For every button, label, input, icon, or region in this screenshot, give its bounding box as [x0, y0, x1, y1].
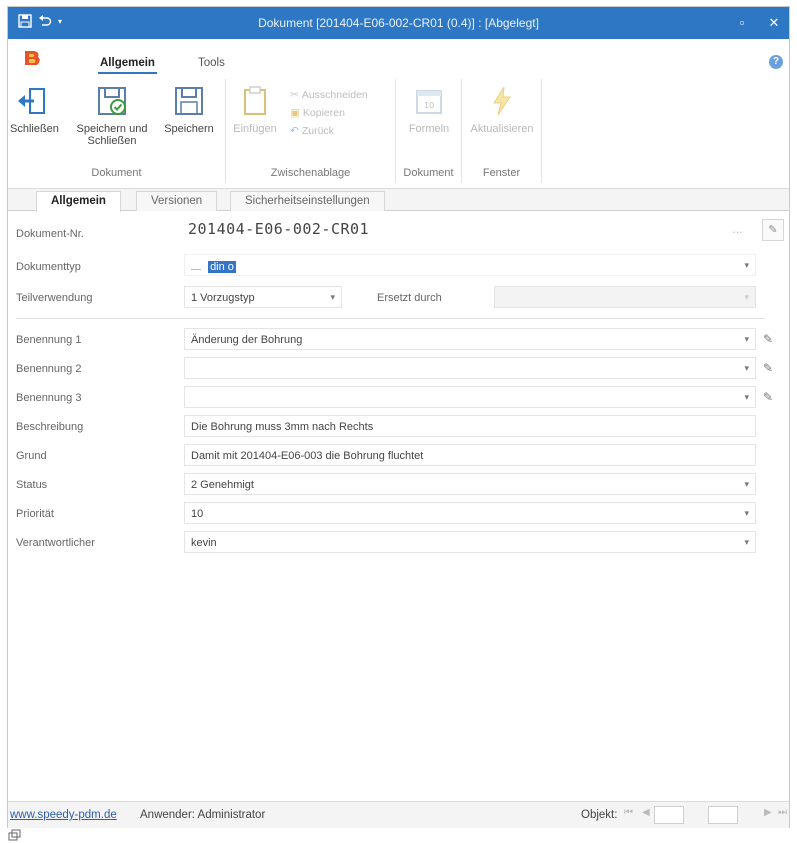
form-divider — [16, 318, 765, 319]
status-select[interactable]: 2 Genehmigt ▾ — [184, 473, 756, 495]
formeln-button[interactable]: 10 Formeln — [400, 85, 458, 135]
tab-versionen[interactable]: Versionen — [136, 191, 218, 211]
prioritaet-label: Priorität — [16, 508, 54, 520]
app-logo-icon[interactable] — [22, 49, 44, 67]
lightning-icon — [493, 86, 511, 116]
ribbon-group-label: Dokument — [91, 167, 142, 179]
clipboard-icon — [244, 86, 266, 115]
cut-button[interactable]: ✂ Ausschneiden — [290, 89, 368, 101]
save-button[interactable]: Speichern — [158, 85, 220, 135]
previous-record-icon[interactable]: ◀ — [642, 807, 650, 818]
copy-button[interactable]: ▣ Kopieren — [290, 107, 345, 119]
undo-button[interactable]: ↶ Zurück — [290, 125, 334, 137]
dokumenttyp-value: din o — [208, 261, 236, 273]
benennung2-label: Benennung 2 — [16, 363, 82, 375]
copy-icon: ▣ — [290, 107, 300, 119]
save-icon — [175, 87, 203, 115]
prioritaet-select[interactable]: 10 ▾ — [184, 502, 756, 524]
edit-pencil-icon[interactable]: ✎ — [760, 387, 776, 407]
ribbon-group-dokument: Schließen Speichern und Schließen Speich… — [8, 79, 226, 183]
objekt-label: Objekt: — [581, 809, 618, 821]
chevron-down-icon: ▾ — [330, 292, 335, 302]
edit-pencil-icon[interactable]: ✎ — [760, 358, 776, 378]
paste-button[interactable]: Einfügen — [230, 85, 280, 135]
document-tab-bar: Allgemein Versionen Sicherheitseinstellu… — [8, 189, 789, 212]
more-icon[interactable]: … — [732, 224, 743, 236]
benennung3-input[interactable]: ▾ — [184, 386, 756, 408]
ribbon-tab-tools[interactable]: Tools — [198, 57, 225, 69]
window-title: Dokument [201404-E06-002-CR01 (0.4)] : [… — [258, 16, 539, 30]
teilverwendung-select[interactable]: 1 Vorzugstyp ▾ — [184, 286, 342, 308]
chevron-down-icon: ▾ — [744, 292, 749, 302]
formula-icon: 10 — [416, 90, 442, 114]
next-record-icon[interactable]: ▶ — [764, 807, 772, 818]
grund-input[interactable]: Damit mit 201404-E06-003 die Bohrung flu… — [184, 444, 756, 466]
save-and-close-button[interactable]: Speichern und Schließen — [70, 85, 154, 147]
close-door-icon — [18, 88, 45, 114]
benennung1-input[interactable]: Änderung der Bohrung ▾ — [184, 328, 756, 350]
benennung2-input[interactable]: ▾ — [184, 357, 756, 379]
maximize-icon[interactable]: ▫ — [731, 13, 753, 33]
current-user: Anwender: Administrator — [140, 809, 266, 821]
teilverwendung-label: Teilverwendung — [16, 292, 93, 304]
status-bar: www.speedy-pdm.de Anwender: Administrato… — [8, 801, 789, 828]
svg-text:10: 10 — [424, 101, 434, 110]
restore-window-icon[interactable] — [8, 829, 22, 841]
chevron-down-icon: ▾ — [744, 363, 749, 373]
ersetzt-durch-label: Ersetzt durch — [377, 292, 442, 304]
ribbon: Schließen Speichern und Schließen Speich… — [8, 79, 789, 189]
document-form: Dokument-Nr. 201404-E06-002-CR01 … ✎ Dok… — [8, 212, 789, 792]
website-link[interactable]: www.speedy-pdm.de — [10, 809, 117, 821]
chevron-down-icon: ▾ — [744, 334, 749, 344]
tab-allgemein[interactable]: Allgemein — [36, 191, 121, 212]
ribbon-tab-bar: Allgemein Tools ? — [8, 39, 789, 79]
pin-icon[interactable]: ✎ — [762, 219, 784, 241]
aktualisieren-button[interactable]: Aktualisieren — [468, 85, 536, 135]
close-document-button[interactable]: Schließen — [10, 85, 59, 135]
chevron-down-icon: ▾ — [744, 508, 749, 518]
last-record-icon[interactable]: ⏭ — [778, 807, 787, 818]
status-label: Status — [16, 479, 48, 491]
chevron-down-icon: ▾ — [744, 479, 749, 489]
ribbon-group-label: Fenster — [482, 167, 521, 179]
help-icon[interactable]: ? — [769, 55, 783, 69]
dokument-nr-value: 201404-E06-002-CR01 — [188, 220, 370, 238]
verantwortlicher-select[interactable]: kevin ▾ — [184, 531, 756, 553]
scissors-icon: ✂ — [290, 89, 299, 101]
document-window: ▾ Dokument [201404-E06-002-CR01 (0.4)] :… — [7, 6, 790, 828]
dokumenttyp-select[interactable]: din o ▾ — [184, 254, 756, 276]
chevron-down-icon: ▾ — [744, 260, 749, 270]
title-bar: ▾ Dokument [201404-E06-002-CR01 (0.4)] :… — [8, 7, 789, 39]
chevron-down-icon: ▾ — [744, 392, 749, 402]
ersetzt-durch-select[interactable]: ▾ — [494, 286, 756, 308]
benennung3-label: Benennung 3 — [16, 392, 82, 404]
grund-label: Grund — [16, 450, 47, 462]
beschreibung-label: Beschreibung — [16, 421, 84, 433]
dokumenttyp-label: Dokumenttyp — [16, 261, 81, 273]
first-record-icon[interactable]: ⏮ — [624, 807, 633, 818]
close-icon[interactable]: ✕ — [763, 13, 785, 33]
verantwortlicher-label: Verantwortlicher — [16, 537, 95, 549]
save-check-icon — [98, 87, 126, 115]
beschreibung-input[interactable]: Die Bohrung muss 3mm nach Rechts — [184, 415, 756, 437]
ribbon-group-dokument-formeln: 10 Formeln Dokument — [396, 79, 462, 183]
tab-sicherheitseinstellungen[interactable]: Sicherheitseinstellungen — [230, 191, 385, 211]
record-index-input[interactable] — [654, 806, 684, 824]
ribbon-group-zwischenablage: Einfügen ✂ Ausschneiden ▣ Kopieren ↶ Zur… — [226, 79, 396, 183]
edit-pencil-icon[interactable]: ✎ — [760, 329, 776, 349]
undo-arrow-icon: ↶ — [290, 125, 299, 137]
dokument-nr-label: Dokument-Nr. — [16, 228, 84, 240]
chevron-down-icon: ▾ — [744, 537, 749, 547]
ribbon-tab-allgemein[interactable]: Allgemein — [98, 57, 157, 74]
ribbon-group-label: Dokument — [403, 167, 454, 179]
record-count-field — [708, 806, 738, 824]
ribbon-group-fenster: Aktualisieren Fenster — [462, 79, 542, 183]
ribbon-group-label: Zwischenablage — [270, 167, 351, 179]
benennung1-label: Benennung 1 — [16, 334, 82, 346]
